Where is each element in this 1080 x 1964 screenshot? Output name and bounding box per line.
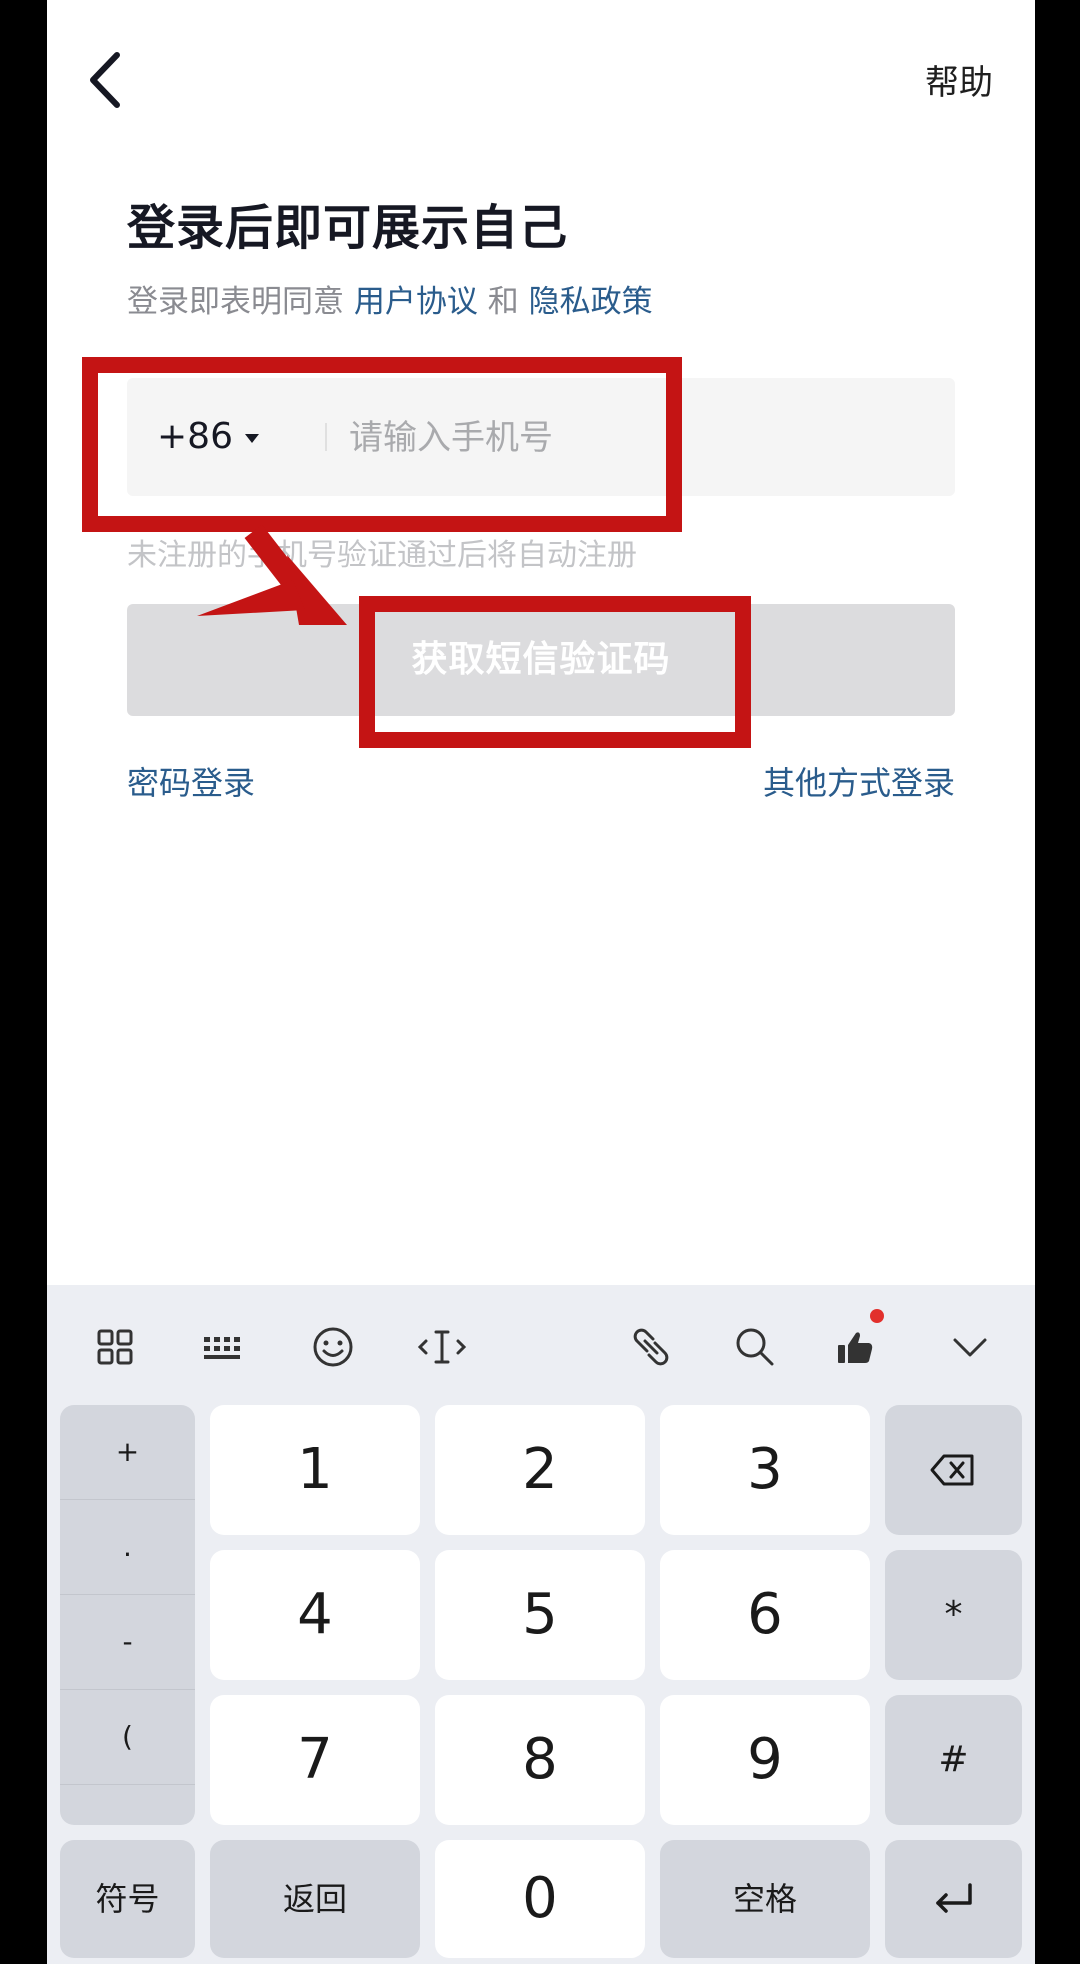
agreement-text: 登录即表明同意 用户协议 和 隐私政策 <box>127 276 653 321</box>
key-1[interactable]: 1 <box>210 1405 420 1535</box>
space-key[interactable]: 空格 <box>660 1840 870 1958</box>
notification-dot <box>870 1309 884 1323</box>
register-hint: 未注册的手机号验证通过后将自动注册 <box>127 538 637 573</box>
chevron-down-icon[interactable] <box>942 1319 998 1375</box>
symbol-plus[interactable]: + <box>60 1405 195 1500</box>
symbol-key[interactable]: 符号 <box>60 1840 195 1958</box>
symbol-dot[interactable]: . <box>60 1500 195 1595</box>
key-6[interactable]: 6 <box>660 1550 870 1680</box>
key-4[interactable]: 4 <box>210 1550 420 1680</box>
page-title: 登录后即可展示自己 <box>127 200 569 256</box>
agreement-and: 和 <box>487 284 519 320</box>
password-login-link[interactable]: 密码登录 <box>127 758 255 804</box>
thumbs-up-icon[interactable] <box>828 1319 884 1375</box>
number-keyboard: + . - ( . 1 2 3 4 5 6 * 7 8 9 # 符号 返回 0 … <box>47 1285 1035 1964</box>
key-7[interactable]: 7 <box>210 1695 420 1825</box>
user-agreement-link[interactable]: 用户协议 <box>354 284 478 320</box>
country-code-selector[interactable]: +86 <box>157 378 259 496</box>
symbol-dot-2[interactable]: . <box>60 1785 195 1825</box>
key-0[interactable]: 0 <box>435 1840 645 1958</box>
key-3[interactable]: 3 <box>660 1405 870 1535</box>
key-9[interactable]: 9 <box>660 1695 870 1825</box>
search-icon[interactable] <box>727 1319 783 1375</box>
hash-key[interactable]: # <box>885 1695 1022 1825</box>
enter-icon <box>935 1883 972 1913</box>
agreement-prefix: 登录即表明同意 <box>127 284 344 320</box>
grid-icon[interactable] <box>87 1319 143 1375</box>
star-key[interactable]: * <box>885 1550 1022 1680</box>
backspace-key[interactable] <box>885 1405 1022 1535</box>
country-code-value: +86 <box>157 416 233 457</box>
symbol-paren[interactable]: ( <box>60 1690 195 1785</box>
symbol-column[interactable]: + . - ( . <box>60 1405 195 1825</box>
keyboard-toolbar <box>47 1285 1035 1403</box>
privacy-policy-link[interactable]: 隐私政策 <box>529 284 653 320</box>
cursor-icon[interactable] <box>414 1319 470 1375</box>
key-8[interactable]: 8 <box>435 1695 645 1825</box>
symbol-minus[interactable]: - <box>60 1595 195 1690</box>
phone-field: +86 <box>127 378 955 498</box>
phone-input[interactable] <box>347 378 931 498</box>
field-divider <box>325 423 327 451</box>
key-2[interactable]: 2 <box>435 1405 645 1535</box>
key-5[interactable]: 5 <box>435 1550 645 1680</box>
other-login-link[interactable]: 其他方式登录 <box>763 758 955 804</box>
login-screen: 帮助 登录后即可展示自己 登录即表明同意 用户协议 和 隐私政策 +86 未注册… <box>47 0 1035 1964</box>
help-link[interactable]: 帮助 <box>925 55 993 104</box>
backspace-icon <box>930 1454 973 1486</box>
enter-key[interactable] <box>885 1840 1022 1958</box>
get-sms-code-button[interactable]: 获取短信验证码 <box>127 604 955 716</box>
emoji-icon[interactable] <box>305 1319 361 1375</box>
caret-down-icon <box>244 433 259 443</box>
keyboard-icon[interactable] <box>196 1319 252 1375</box>
link-icon[interactable] <box>623 1319 679 1375</box>
chevron-left-icon <box>90 52 120 108</box>
back-button[interactable] <box>77 45 137 115</box>
back-key[interactable]: 返回 <box>210 1840 420 1958</box>
